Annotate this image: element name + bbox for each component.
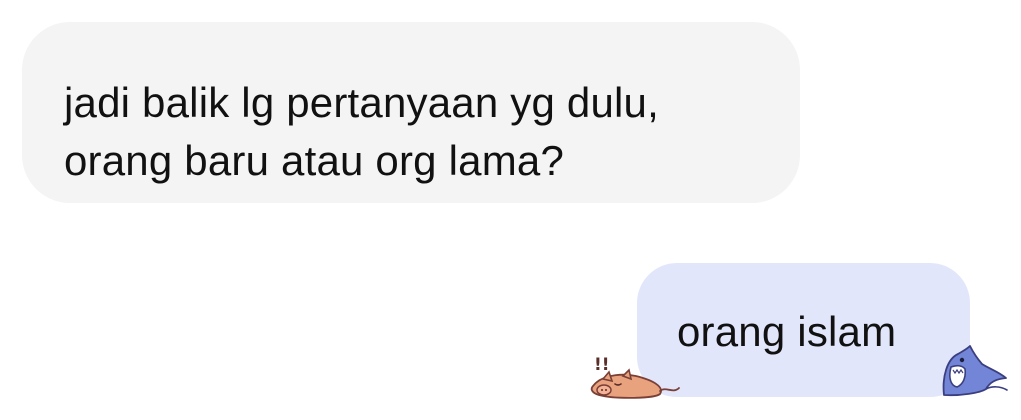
pig-exclamation-text: !! <box>594 355 610 375</box>
incoming-message-line-1: jadi balik lg pertanyaan yg dulu, <box>64 79 659 126</box>
outgoing-message-bubble[interactable]: orang islam <box>637 263 970 397</box>
sleeping-pig-icon: !! <box>590 355 680 399</box>
incoming-message-bubble[interactable]: jadi balik lg pertanyaan yg dulu, orang … <box>22 22 800 203</box>
shark-icon <box>942 345 1008 397</box>
chat-thread: jadi balik lg pertanyaan yg dulu, orang … <box>0 0 1021 420</box>
outgoing-message-line-1: orang islam <box>677 308 897 355</box>
incoming-message-line-2: orang baru atau org lama? <box>64 137 564 184</box>
